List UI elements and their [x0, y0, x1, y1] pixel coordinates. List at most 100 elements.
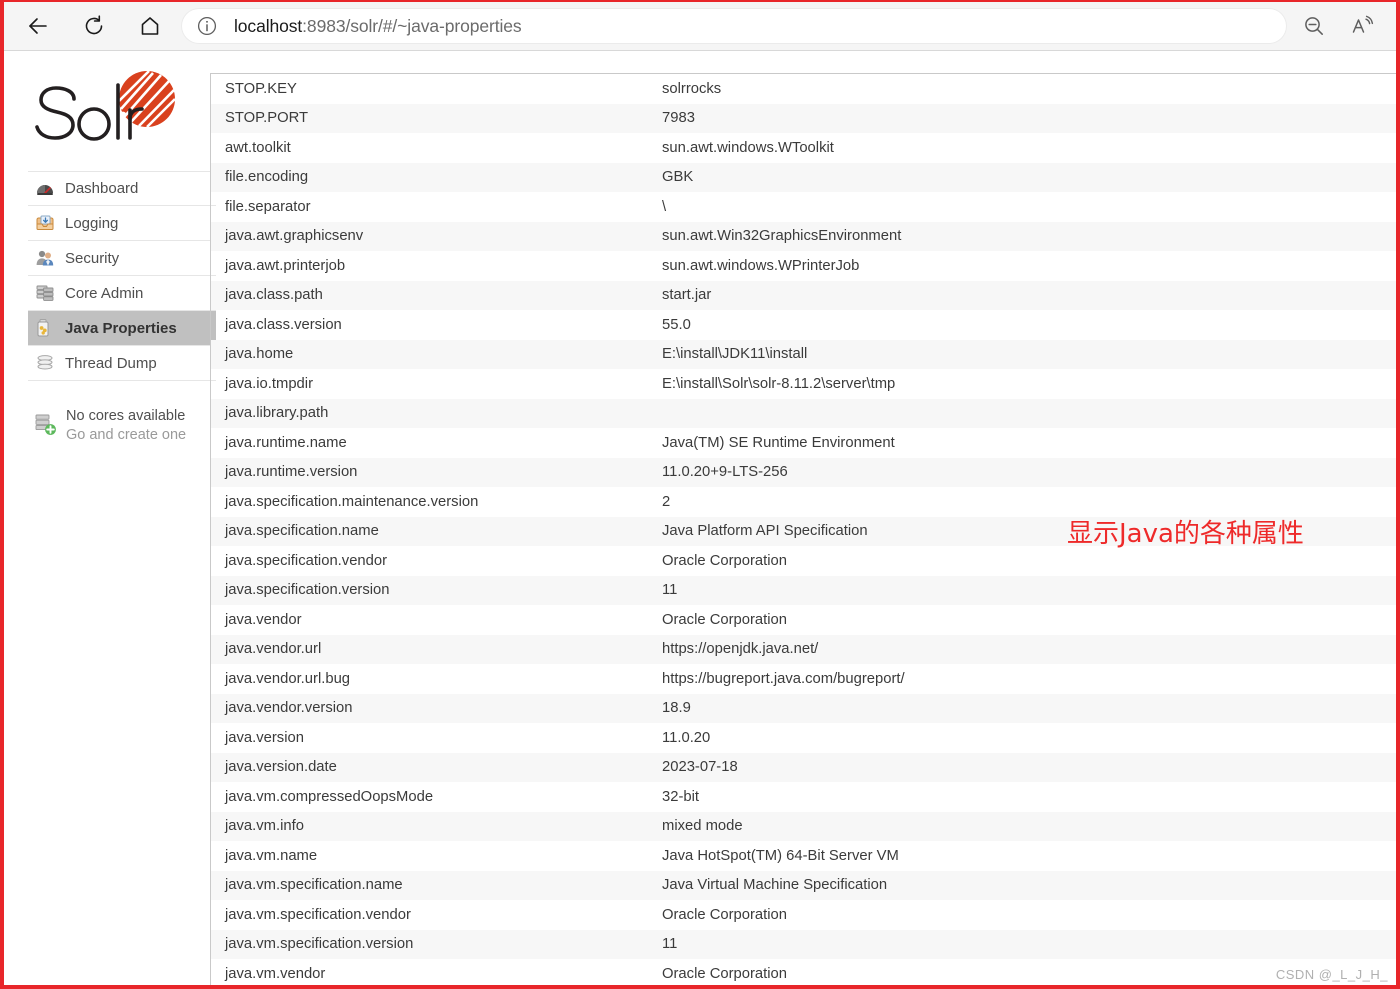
url-text: localhost:8983/solr/#/~java-properties — [234, 16, 522, 37]
property-value: Java HotSpot(TM) 64-Bit Server VM — [662, 847, 899, 864]
property-key: awt.toolkit — [225, 139, 291, 156]
thread-dump-icon — [34, 352, 56, 374]
property-value: E:\install\Solr\solr-8.11.2\server\tmp — [662, 375, 896, 392]
property-key: java.library.path — [225, 405, 329, 422]
property-value: E:\install\JDK11\install — [662, 346, 808, 363]
property-value: start.jar — [662, 287, 712, 304]
sidebar-item-core-admin[interactable]: Core Admin — [28, 276, 216, 311]
info-icon[interactable] — [196, 15, 218, 37]
table-row: java.version.date 2023-07-18 — [211, 752, 1396, 782]
property-value: sun.awt.windows.WToolkit — [662, 139, 834, 156]
property-value: 11 — [662, 936, 678, 953]
sidebar-item-label: Security — [65, 249, 120, 267]
dashboard-gauge-icon — [34, 178, 56, 200]
property-key: java.vendor.url — [225, 641, 322, 658]
table-row: java.class.version 55.0 — [211, 310, 1396, 340]
property-value: 11.0.20 — [662, 729, 711, 746]
property-value: Oracle Corporation — [662, 552, 788, 569]
table-row: java.class.path start.jar — [211, 280, 1396, 310]
java-properties-icon — [34, 317, 56, 339]
property-key: java.specification.maintenance.version — [225, 493, 479, 510]
property-value: sun.awt.Win32GraphicsEnvironment — [662, 228, 902, 245]
browser-toolbar: localhost:8983/solr/#/~java-properties — [4, 2, 1396, 50]
java-properties-table-body: STOP.KEY solrrocks STOP.PORT 7983 awt.toolki… — [211, 74, 1396, 985]
create-core-link[interactable]: Go and create one — [66, 426, 186, 445]
url-path: :8983/solr/#/~java-properties — [302, 15, 522, 36]
table-row: java.specification.version 11 — [211, 575, 1396, 605]
solr-logo[interactable] — [34, 69, 210, 165]
sidebar-item-label: Thread Dump — [65, 354, 157, 372]
table-row: STOP.PORT 7983 — [211, 103, 1396, 133]
property-key: java.vm.vendor — [225, 965, 326, 982]
property-value: Java Virtual Machine Specification — [662, 877, 888, 894]
table-row: java.vm.specification.version 11 — [211, 929, 1396, 959]
page-content: Dashboard Logging Security Core Admin Ja… — [4, 50, 1396, 985]
property-value: sun.awt.windows.WPrinterJob — [662, 257, 860, 274]
table-row: java.vm.specification.vendor Oracle Corpo… — [211, 900, 1396, 930]
toolbar-right-icons — [1294, 6, 1382, 46]
property-key: java.runtime.name — [225, 434, 347, 451]
property-key: java.awt.graphicsenv — [225, 228, 364, 245]
home-button[interactable] — [130, 6, 170, 46]
no-cores-block[interactable]: No cores available Go and create one — [34, 407, 222, 444]
sidebar-item-java-properties[interactable]: Java Properties — [28, 311, 216, 346]
property-key: java.vendor — [225, 611, 302, 628]
property-key: file.separator — [225, 198, 311, 215]
property-key: java.vm.specification.name — [225, 877, 403, 894]
table-row: java.vm.vendor Oracle Corporation — [211, 959, 1396, 985]
table-row: java.vm.info mixed mode — [211, 811, 1396, 841]
table-row: java.library.path — [211, 398, 1396, 429]
property-key: java.specification.name — [225, 523, 379, 540]
sidebar-item-dashboard[interactable]: Dashboard — [28, 171, 216, 206]
table-row: java.runtime.name Java(TM) SE Runtime Env… — [211, 428, 1396, 458]
property-value: \ — [662, 198, 667, 215]
property-value: 11.0.20+9-LTS-256 — [662, 464, 788, 481]
sidebar-item-label: Java Properties — [65, 319, 177, 337]
property-key: STOP.PORT — [225, 110, 309, 127]
java-properties-panel: STOP.KEY solrrocks STOP.PORT 7983 awt.toolki… — [210, 73, 1396, 985]
browser-window: localhost:8983/solr/#/~java-properties D… — [0, 0, 1400, 989]
property-key: java.vm.specification.vendor — [225, 906, 411, 923]
sidebar-item-label: Core Admin — [65, 284, 144, 302]
property-value — [648, 399, 1396, 429]
back-arrow-icon — [29, 18, 47, 34]
security-users-icon — [34, 247, 56, 269]
sidebar-item-thread-dump[interactable]: Thread Dump — [28, 346, 216, 381]
property-key: java.vm.compressedOopsMode — [225, 788, 434, 805]
java-properties-table: STOP.KEY solrrocks STOP.PORT 7983 awt.toolki… — [211, 74, 1396, 985]
table-row: java.version 11.0.20 — [211, 723, 1396, 753]
read-aloud-icon — [1352, 15, 1374, 33]
sidebar-item-security[interactable]: Security — [28, 241, 216, 276]
refresh-icon — [85, 15, 103, 35]
property-value: GBK — [662, 169, 694, 186]
property-value: 2023-07-18 — [662, 759, 738, 776]
property-key: java.vm.info — [225, 818, 304, 835]
property-value: Oracle Corporation — [662, 611, 788, 628]
property-value: 11 — [662, 582, 678, 599]
property-key: STOP.KEY — [225, 80, 297, 97]
property-key: java.version.date — [225, 759, 337, 776]
read-aloud-button[interactable] — [1342, 6, 1382, 46]
table-row: java.awt.printerjob sun.awt.windows.WPrin… — [211, 251, 1396, 281]
address-bar[interactable]: localhost:8983/solr/#/~java-properties — [182, 9, 1286, 43]
table-row: java.specification.name Java Platform API… — [211, 516, 1396, 546]
add-core-icon — [34, 412, 58, 440]
solr-logo-icon — [35, 70, 176, 141]
property-value: 18.9 — [662, 700, 691, 717]
property-key: java.vendor.url.bug — [225, 670, 351, 687]
property-key: java.vm.name — [225, 847, 318, 864]
sidebar-item-logging[interactable]: Logging — [28, 206, 216, 241]
back-button[interactable] — [18, 6, 58, 46]
property-value: Oracle Corporation — [662, 906, 788, 923]
property-value: 2 — [662, 493, 671, 510]
table-row: java.home E:\install\JDK11\install — [211, 339, 1396, 369]
zoom-out-icon — [1305, 17, 1323, 35]
property-key: java.specification.vendor — [225, 552, 388, 569]
sidebar-item-label: Dashboard — [65, 180, 139, 197]
property-key: java.class.path — [225, 287, 323, 304]
refresh-button[interactable] — [74, 6, 114, 46]
property-value: https://bugreport.java.com/bugreport/ — [662, 670, 905, 687]
property-value: Java Platform API Specification — [662, 523, 868, 540]
table-row: java.vendor.url https://openjdk.java.net/ — [211, 634, 1396, 664]
zoom-out-button[interactable] — [1294, 6, 1334, 46]
